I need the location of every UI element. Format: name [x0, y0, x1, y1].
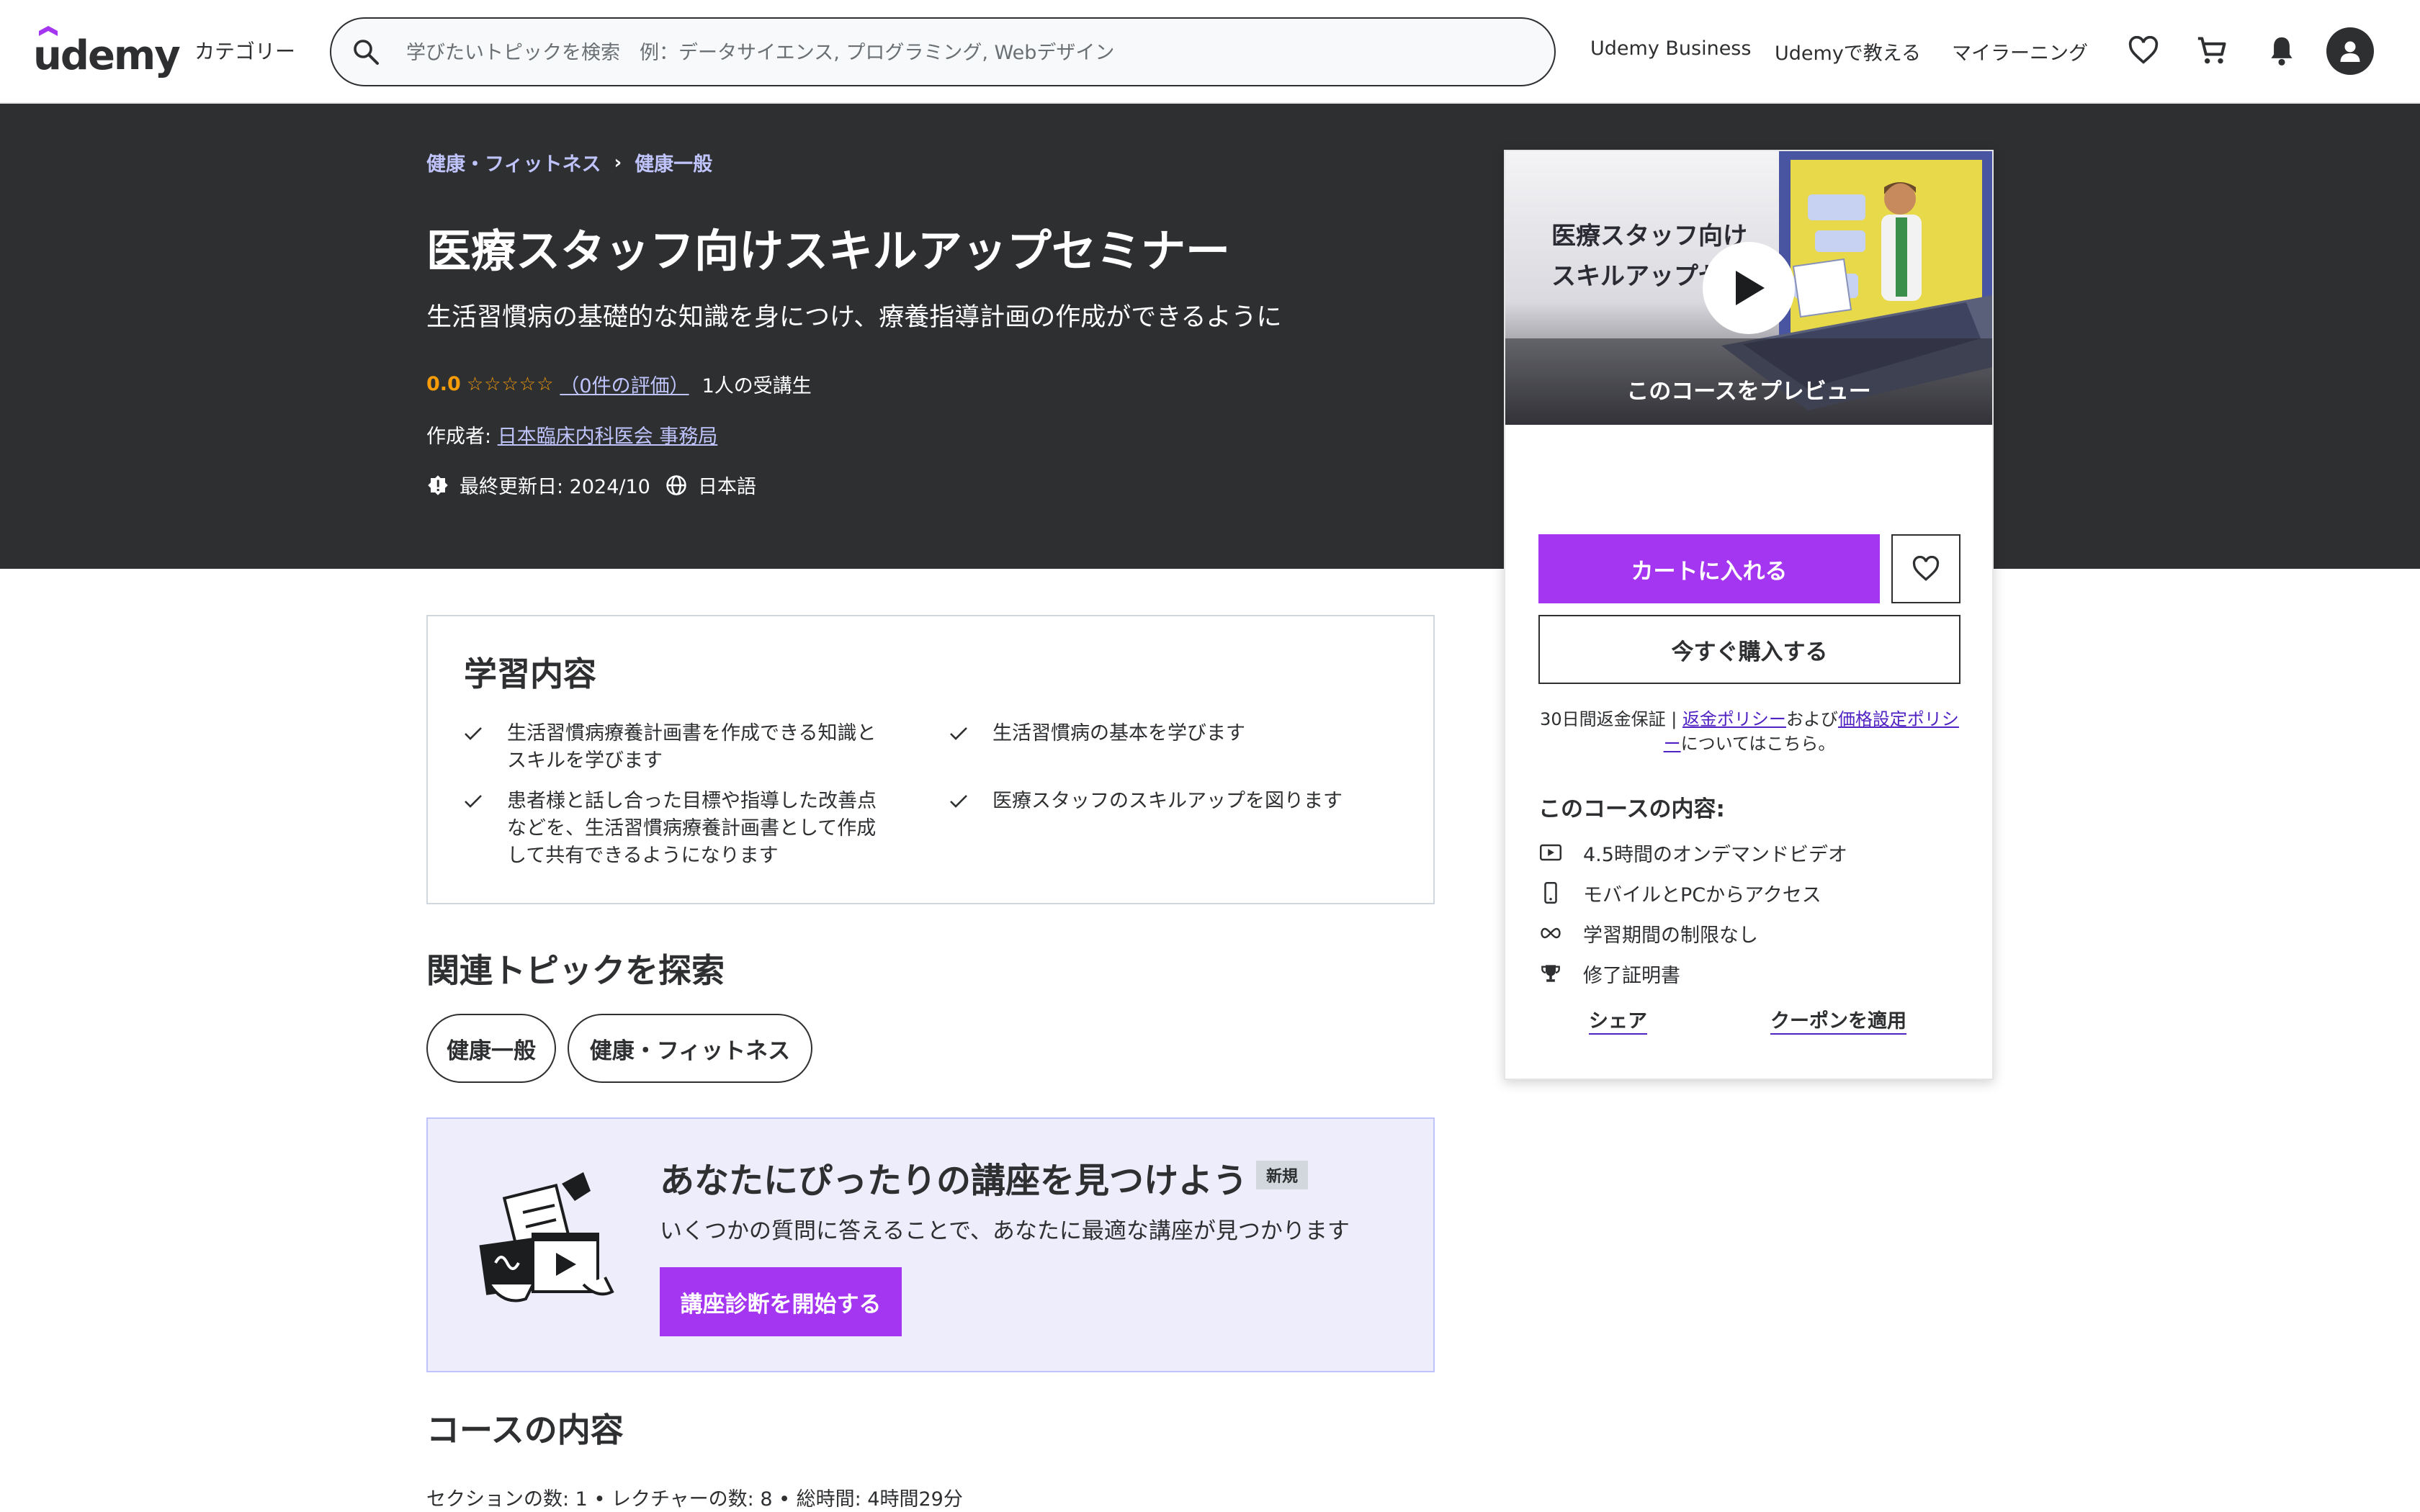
meta-row: 最終更新日: 2024/10 日本語: [426, 471, 756, 499]
rating-row: 0.0 ☆☆☆☆☆ （0件の評価） 1人の受講生: [426, 370, 812, 398]
check-icon: [462, 720, 484, 747]
learn-item: 医療スタッフのスキルアップを図ります: [948, 788, 1394, 815]
money-back-guarantee: 30日間返金保証 | 返金ポリシーおよび価格設定ポリシーについてはこちら。: [1538, 707, 1960, 756]
student-count: 1人の受講生: [702, 375, 812, 397]
teach-on-udemy-link[interactable]: Udemyで教える: [1775, 37, 1921, 66]
author-row: 作成者: 日本臨床内科医会 事務局: [426, 420, 717, 449]
finder-title: あなたにぴったりの講座を見つけよう: [660, 1161, 1248, 1201]
learn-item-text: 生活習慣病療養計画書を作成できる知識とスキルを学びます: [507, 722, 877, 772]
cart-icon[interactable]: [2194, 32, 2231, 69]
check-icon: [948, 720, 969, 747]
infinity-icon: [1538, 921, 1563, 945]
search-input[interactable]: [406, 35, 1530, 71]
finder-description: いくつかの質問に答えることで、あなたに最適な講座が見つかります: [660, 1218, 1350, 1244]
topic-chip-general-health[interactable]: 健康一般: [426, 1014, 556, 1083]
start-diagnosis-button[interactable]: 講座診断を開始する: [660, 1267, 902, 1336]
includes-text: 学習期間の制限なし: [1583, 924, 1758, 947]
includes-list: 4.5時間のオンデマンドビデオ モバイルとPCからアクセス 学習期間の制限なし …: [1538, 832, 1847, 994]
course-content-meta: セクションの数: 1 • レクチャーの数: 8 • 総時間: 4時間29分: [426, 1488, 963, 1511]
refund-policy-link[interactable]: 返金ポリシー: [1682, 709, 1786, 729]
check-icon: [462, 788, 484, 815]
what-you-learn: 学習内容 生活習慣病療養計画書を作成できる知識とスキルを学びます 生活習慣病の基…: [426, 615, 1435, 904]
related-topics-title: 関連トピックを探索: [426, 951, 725, 990]
trophy-icon: [1538, 961, 1563, 986]
learn-item-text: 医療スタッフのスキルアップを図ります: [992, 790, 1343, 812]
guarantee-and-text: および: [1785, 709, 1838, 729]
learn-item-text: 患者様と話し合った目標や指導した改善点などを、生活習慣病療養計画書として作成して…: [507, 790, 877, 867]
breadcrumb-item-health-fitness[interactable]: 健康・フィットネス: [426, 148, 601, 176]
learn-item: 患者様と話し合った目標や指導した改善点などを、生活習慣病療養計画書として作成して…: [462, 788, 887, 870]
rating-value: 0.0: [426, 373, 461, 395]
notification-bell-icon[interactable]: [2263, 32, 2300, 69]
learn-title: 学習内容: [464, 654, 596, 693]
user-icon: [2340, 41, 2360, 62]
categories-menu[interactable]: カテゴリー: [194, 36, 295, 65]
rating-count-link[interactable]: （0件の評価）: [560, 370, 689, 398]
search-icon[interactable]: [351, 37, 380, 66]
play-icon[interactable]: [1703, 242, 1795, 334]
course-hero: 健康・フィットネス › 健康一般 医療スタッフ向けスキルアップセミナー 生活習慣…: [0, 104, 2420, 569]
course-subtitle: 生活習慣病の基礎的な知識を身につけ、療養指導計画の作成ができるように: [426, 303, 1282, 332]
heart-icon: [1912, 556, 1940, 581]
learn-item: 生活習慣病療養計画書を作成できる知識とスキルを学びます: [462, 720, 887, 775]
guarantee-text: 30日間返金保証 |: [1540, 709, 1682, 729]
search-bar: [330, 17, 1556, 86]
guarantee-tail-text: についてはこちら。: [1680, 734, 1836, 754]
last-updated: 最終更新日: 2024/10: [460, 476, 650, 498]
finder-illustration-icon: [479, 1172, 614, 1302]
buy-now-button[interactable]: 今すぐ購入する: [1538, 615, 1960, 684]
includes-text: 4.5時間のオンデマンドビデオ: [1583, 843, 1847, 866]
course-preview[interactable]: 医療スタッフ向け スキルアップセ このコースをプレビュー: [1505, 151, 1992, 425]
update-alert-icon: [426, 474, 449, 497]
preview-title-line1: 医療スタッフ向け: [1551, 222, 1747, 251]
includes-item: モバイルとPCからアクセス: [1538, 873, 1847, 913]
topic-chip-health-fitness[interactable]: 健康・フィットネス: [568, 1014, 812, 1083]
preview-label: このコースをプレビュー: [1626, 379, 1871, 405]
add-to-cart-button[interactable]: カートに入れる: [1538, 534, 1880, 603]
includes-item: 4.5時間のオンデマンドビデオ: [1538, 832, 1847, 873]
video-icon: [1538, 840, 1563, 865]
breadcrumb: 健康・フィットネス › 健康一般: [426, 148, 712, 176]
course-language: 日本語: [697, 476, 756, 498]
logo-mark-icon: [39, 26, 58, 36]
includes-text: 修了証明書: [1583, 964, 1680, 987]
course-finder-banner: あなたにぴったりの講座を見つけよう 新規 いくつかの質問に答えることで、あなたに…: [426, 1117, 1435, 1372]
learn-item-text: 生活習慣病の基本を学びます: [992, 722, 1245, 744]
share-link[interactable]: シェア: [1589, 1005, 1647, 1033]
check-icon: [948, 788, 969, 815]
logo-text: udemy: [33, 32, 181, 79]
includes-text: モバイルとPCからアクセス: [1583, 883, 1821, 906]
new-badge: 新規: [1256, 1161, 1309, 1189]
preview-title-line2: スキルアップセ: [1551, 262, 1723, 291]
globe-icon: [665, 474, 688, 497]
my-learning-link[interactable]: マイラーニング: [1952, 37, 2088, 66]
course-title: 医療スタッフ向けスキルアップセミナー: [426, 225, 1231, 277]
author-link[interactable]: 日本臨床内科医会 事務局: [498, 426, 718, 448]
wishlist-heart-icon[interactable]: [2125, 32, 2162, 69]
breadcrumb-item-general-health[interactable]: 健康一般: [635, 148, 712, 176]
author-label: 作成者:: [426, 426, 498, 448]
includes-item: 学習期間の制限なし: [1538, 913, 1847, 953]
rating-stars-icon: ☆☆☆☆☆: [466, 373, 555, 395]
top-header: udemy カテゴリー Udemy Business Udemyで教える マイラ…: [0, 0, 2420, 104]
purchase-card: 医療スタッフ向け スキルアップセ このコースをプレビュー カートに入れる 今すぐ…: [1504, 150, 1994, 1080]
chevron-right-icon: ›: [614, 151, 622, 174]
wishlist-button[interactable]: [1891, 534, 1960, 603]
includes-title: このコースの内容:: [1538, 796, 1725, 822]
apply-coupon-link[interactable]: クーポンを適用: [1770, 1005, 1906, 1033]
mobile-icon: [1538, 881, 1563, 905]
course-content-title: コースの内容: [426, 1410, 624, 1449]
udemy-business-link[interactable]: Udemy Business: [1590, 37, 1751, 60]
includes-item: 修了証明書: [1538, 953, 1847, 994]
user-avatar[interactable]: [2326, 27, 2374, 75]
learn-item: 生活習慣病の基本を学びます: [948, 720, 1394, 747]
udemy-logo[interactable]: udemy: [33, 24, 181, 79]
